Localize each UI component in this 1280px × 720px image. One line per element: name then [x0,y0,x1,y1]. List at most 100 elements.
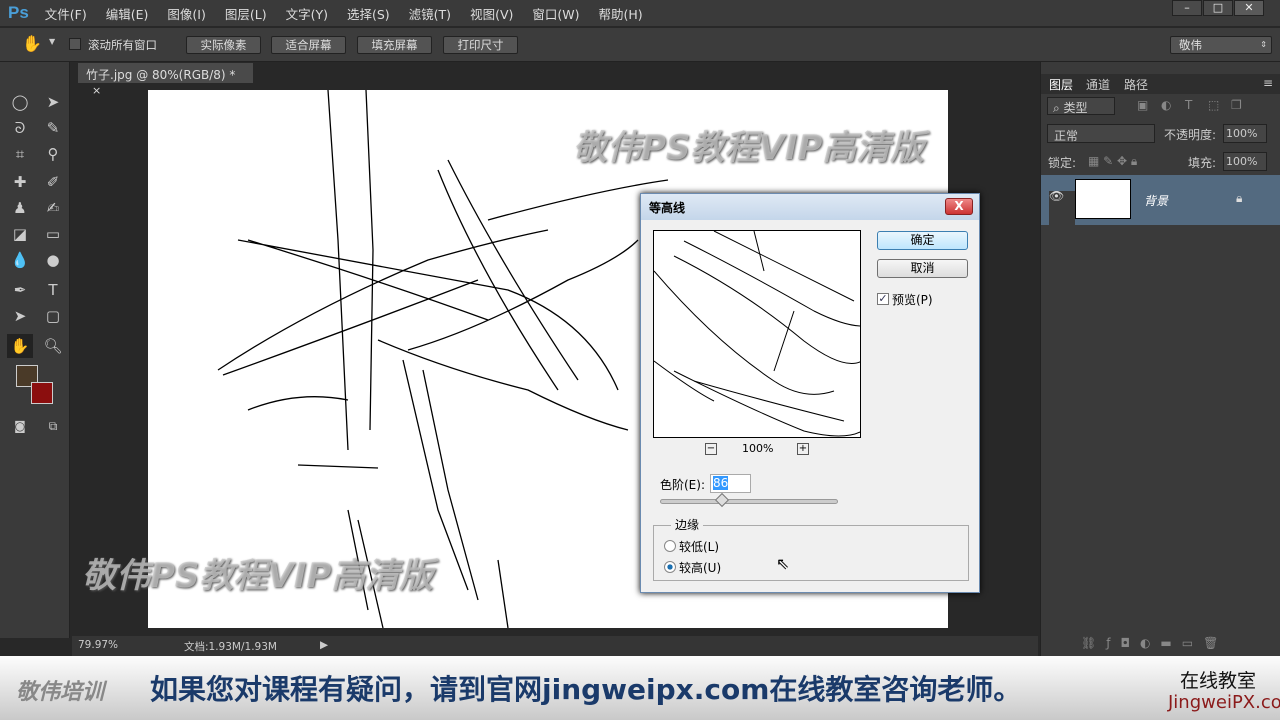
brand-logo: 敬伟培训 [16,680,105,705]
background-color-swatch[interactable] [31,382,53,404]
tutorial-banner: 敬伟培训 如果您对课程有疑问，请到官网jingweipx.com在线教室咨询老师… [0,656,1280,720]
blend-mode-label: 正常 [1054,129,1079,143]
zoom-level[interactable]: 79.97% [78,639,118,651]
filter-pixel-icon[interactable]: ▣ [1137,98,1148,112]
edge-high-radio[interactable] [664,561,676,573]
move-tool-icon[interactable]: ➤ [40,90,66,114]
filter-shape-icon[interactable]: ⬚ [1208,98,1219,112]
marquee-tool-icon[interactable]: ◯ [7,90,33,114]
close-window-button[interactable]: ✕ [1234,0,1264,16]
options-bar: ✋ ▼ 滚动所有窗口 实际像素 适合屏幕 填充屏幕 打印尺寸 敬伟 ⇕ [0,28,1280,62]
preview-checkbox[interactable]: ✓ [877,293,889,305]
stamp-tool-icon[interactable]: ♟ [7,196,33,220]
menu-edit[interactable]: 编辑(E) [106,4,149,23]
dialog-close-button[interactable]: X [945,198,973,215]
layer-actions-icons[interactable]: ⛓ƒ◘◐▬▭🗑︎ [1081,636,1228,650]
hand-tool-icon[interactable]: ✋ [22,34,42,53]
menu-image[interactable]: 图像(I) [167,4,205,23]
type-tool-icon[interactable]: T [40,278,66,302]
lock-pixels-icon[interactable]: ▦ ✎ ✥ 🔒︎ [1088,154,1137,169]
blend-mode-select[interactable]: 正常 [1047,124,1155,143]
layer-filter-label: 类型 [1063,101,1088,115]
edge-low-radio[interactable] [664,540,676,552]
crop-tool-icon[interactable]: ⌗ [7,142,33,166]
edge-group-title: 边缘 [671,516,704,533]
history-brush-icon[interactable]: ✍ [40,196,66,220]
eyedropper-icon[interactable]: ⚲ [40,142,66,166]
opacity-input[interactable]: 100% [1223,124,1267,143]
level-slider[interactable] [660,492,838,508]
menu-help[interactable]: 帮助(H) [599,4,643,23]
maximize-button[interactable]: □ [1203,0,1233,16]
tab-layers[interactable]: 图层 [1049,76,1073,93]
mouse-cursor-icon: ⇖ [776,554,790,573]
filter-adjust-icon[interactable]: ◐ [1161,98,1171,112]
pen-tool-icon[interactable]: ✒ [7,278,33,302]
menu-file[interactable]: 文件(F) [45,4,87,23]
scroll-all-label: 滚动所有窗口 [88,38,157,52]
level-label: 色阶(E): [660,478,705,492]
document-size: 文档:1.93M/1.93M [184,641,277,653]
zoom-tool-icon[interactable]: 🔍︎ [40,334,66,358]
fill-input[interactable]: 100% [1223,152,1267,171]
lock-label: 锁定: [1048,156,1077,170]
actual-pixels-button[interactable]: 实际像素 [186,36,261,54]
workspace-label: 敬伟 [1179,38,1202,52]
menu-type[interactable]: 文字(Y) [286,4,328,23]
fill-screen-button[interactable]: 填充屏幕 [357,36,432,54]
close-tab-icon[interactable]: × [92,84,101,97]
filter-type-icon[interactable]: T [1185,98,1192,112]
photoshop-logo: Ps [8,3,29,22]
layer-filter-select[interactable]: ⌕ 类型 [1047,97,1115,115]
quick-mask-icon[interactable]: ◙ [7,414,33,438]
tools-panel: ◯ ➤ ᘐ ✎ ⌗ ⚲ ✚ ✐ ♟ ✍ ◪ ▭ 💧 ● ✒ T ➤ ▢ ✋ 🔍︎… [0,62,70,638]
shape-tool-icon[interactable]: ▢ [40,304,66,328]
status-menu-arrow-icon[interactable]: ▶ [320,639,328,651]
menu-layer[interactable]: 图层(L) [225,4,267,23]
quick-select-icon[interactable]: ✎ [40,116,66,140]
menu-filter[interactable]: 滤镜(T) [409,4,451,23]
watermark-top: 敬伟PS教程VIP高清版 [573,128,925,168]
cancel-button[interactable]: 取消 [877,259,968,278]
hand-tool-icon[interactable]: ✋ [7,334,33,358]
gradient-tool-icon[interactable]: ▭ [40,222,66,246]
menu-bar: Ps 文件(F) 编辑(E) 图像(I) 图层(L) 文字(Y) 选择(S) 滤… [0,0,1280,26]
banner-message: 如果您对课程有疑问，请到官网jingweipx.com在线教室咨询老师。 [150,673,1022,706]
layer-name: 背景 [1144,194,1169,208]
dodge-tool-icon[interactable]: ● [40,248,66,272]
filter-preview[interactable] [653,230,861,438]
workspace-select[interactable]: 敬伟 ⇕ [1170,36,1272,54]
opacity-label: 不透明度: [1164,128,1217,142]
filter-smart-icon[interactable]: ❐ [1231,98,1242,112]
ok-button[interactable]: 确定 [877,231,968,250]
layer-thumbnail [1075,179,1131,219]
visibility-eye-icon[interactable]: 👁︎ [1049,189,1064,203]
print-size-button[interactable]: 打印尺寸 [443,36,518,54]
lasso-tool-icon[interactable]: ᘐ [7,116,33,140]
level-input[interactable]: 86 [710,474,751,493]
screen-mode-icon[interactable]: ⧉ [40,414,66,438]
menu-window[interactable]: 窗口(W) [532,4,579,23]
eraser-tool-icon[interactable]: ◪ [7,222,33,246]
tab-channels[interactable]: 通道 [1086,76,1110,93]
brush-tool-icon[interactable]: ✐ [40,170,66,194]
fit-screen-button[interactable]: 适合屏幕 [271,36,346,54]
tab-paths[interactable]: 路径 [1124,76,1148,93]
path-select-icon[interactable]: ➤ [7,304,33,328]
layer-row-background[interactable]: 👁︎ 背景 🔒︎ [1041,175,1280,241]
preview-zoom-level: 100% [742,442,774,455]
document-tab[interactable]: 竹子.jpg @ 80%(RGB/8) * × [78,63,253,97]
panel-menu-icon[interactable]: ≡ [1263,76,1273,90]
zoom-out-button[interactable]: − [705,443,717,455]
minimize-button[interactable]: – [1172,0,1202,16]
banner-right-bottom: JingweiPX.com [1168,692,1280,713]
menu-select[interactable]: 选择(S) [347,4,390,23]
healing-brush-icon[interactable]: ✚ [7,170,33,194]
zoom-in-button[interactable]: + [797,443,809,455]
scroll-all-checkbox[interactable] [69,38,81,50]
lock-icon: 🔒︎ [1236,191,1243,205]
level-slider-thumb[interactable] [714,492,729,508]
blur-tool-icon[interactable]: 💧 [7,248,33,272]
chevron-down-icon[interactable]: ▼ [49,37,55,46]
menu-view[interactable]: 视图(V) [470,4,513,23]
